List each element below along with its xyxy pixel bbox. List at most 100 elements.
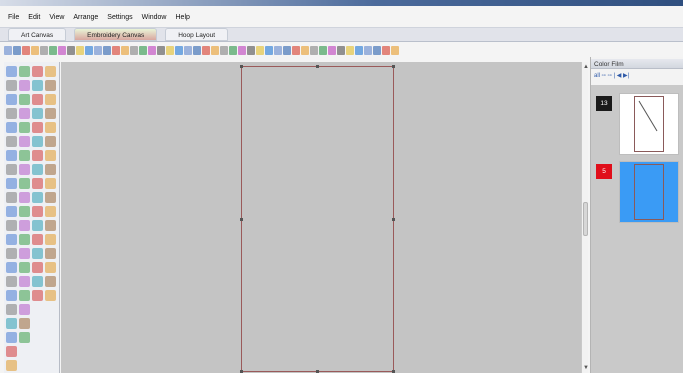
toolbar-tool-icon[interactable] bbox=[202, 46, 210, 55]
palette-tool-icon[interactable] bbox=[6, 220, 17, 231]
palette-tool-icon[interactable] bbox=[32, 178, 43, 189]
toolbar-tool-icon[interactable] bbox=[274, 46, 282, 55]
toolbar-tool-icon[interactable] bbox=[139, 46, 147, 55]
palette-tool-icon[interactable] bbox=[32, 164, 43, 175]
palette-tool-icon[interactable] bbox=[6, 122, 17, 133]
toolbar-tool-icon[interactable] bbox=[58, 46, 66, 55]
palette-tool-icon[interactable] bbox=[19, 66, 30, 77]
palette-tool-icon[interactable] bbox=[6, 178, 17, 189]
toolbar-tool-icon[interactable] bbox=[373, 46, 381, 55]
palette-tool-icon[interactable] bbox=[6, 290, 17, 301]
color-film-toolbar[interactable]: all ▫▫ ▫▫ | ◀ ▶| bbox=[594, 72, 629, 79]
tab-hoop-layout[interactable]: Hoop Layout bbox=[165, 28, 229, 41]
toolbar-tool-icon[interactable] bbox=[76, 46, 84, 55]
palette-tool-icon[interactable] bbox=[19, 318, 30, 329]
palette-tool-icon[interactable] bbox=[45, 94, 56, 105]
palette-tool-icon[interactable] bbox=[6, 318, 17, 329]
palette-tool-icon[interactable] bbox=[19, 276, 30, 287]
palette-tool-icon[interactable] bbox=[6, 332, 17, 343]
palette-tool-icon[interactable] bbox=[6, 304, 17, 315]
palette-tool-icon[interactable] bbox=[45, 262, 56, 273]
palette-tool-icon[interactable] bbox=[45, 122, 56, 133]
palette-tool-icon[interactable] bbox=[19, 304, 30, 315]
palette-tool-icon[interactable] bbox=[19, 192, 30, 203]
palette-tool-icon[interactable] bbox=[45, 192, 56, 203]
toolbar-tool-icon[interactable] bbox=[391, 46, 399, 55]
palette-tool-icon[interactable] bbox=[19, 136, 30, 147]
palette-tool-icon[interactable] bbox=[6, 66, 17, 77]
palette-tool-icon[interactable] bbox=[6, 346, 17, 357]
palette-tool-icon[interactable] bbox=[6, 206, 17, 217]
palette-tool-icon[interactable] bbox=[45, 234, 56, 245]
toolbar-tool-icon[interactable] bbox=[229, 46, 237, 55]
palette-tool-icon[interactable] bbox=[6, 262, 17, 273]
palette-tool-icon[interactable] bbox=[45, 108, 56, 119]
palette-tool-icon[interactable] bbox=[6, 164, 17, 175]
toolbar-tool-icon[interactable] bbox=[319, 46, 327, 55]
menu-file[interactable]: File bbox=[8, 14, 19, 21]
toolbar-tool-icon[interactable] bbox=[310, 46, 318, 55]
palette-tool-icon[interactable] bbox=[32, 122, 43, 133]
toolbar-tool-icon[interactable] bbox=[49, 46, 57, 55]
toolbar-tool-icon[interactable] bbox=[67, 46, 75, 55]
toolbar-tool-icon[interactable] bbox=[247, 46, 255, 55]
palette-tool-icon[interactable] bbox=[32, 276, 43, 287]
palette-tool-icon[interactable] bbox=[6, 276, 17, 287]
palette-tool-icon[interactable] bbox=[32, 66, 43, 77]
palette-tool-icon[interactable] bbox=[32, 80, 43, 91]
palette-tool-icon[interactable] bbox=[6, 150, 17, 161]
resize-handle-right[interactable] bbox=[392, 218, 395, 221]
palette-tool-icon[interactable] bbox=[32, 136, 43, 147]
toolbar-tool-icon[interactable] bbox=[157, 46, 165, 55]
toolbar-tool-icon[interactable] bbox=[40, 46, 48, 55]
scroll-thumb[interactable] bbox=[583, 202, 588, 236]
toolbar-tool-icon[interactable] bbox=[355, 46, 363, 55]
palette-tool-icon[interactable] bbox=[32, 248, 43, 259]
toolbar-tool-icon[interactable] bbox=[22, 46, 30, 55]
color-film-entry[interactable]: 13 bbox=[591, 91, 683, 157]
toolbar-tool-icon[interactable] bbox=[256, 46, 264, 55]
palette-tool-icon[interactable] bbox=[45, 220, 56, 231]
palette-tool-icon[interactable] bbox=[45, 136, 56, 147]
toolbar-tool-icon[interactable] bbox=[112, 46, 120, 55]
resize-handle-tr[interactable] bbox=[392, 65, 395, 68]
palette-tool-icon[interactable] bbox=[6, 234, 17, 245]
palette-tool-icon[interactable] bbox=[32, 108, 43, 119]
palette-tool-icon[interactable] bbox=[19, 108, 30, 119]
toolbar-tool-icon[interactable] bbox=[148, 46, 156, 55]
color-film-entry[interactable]: 5 bbox=[591, 159, 683, 225]
toolbar-tool-icon[interactable] bbox=[4, 46, 12, 55]
palette-tool-icon[interactable] bbox=[19, 290, 30, 301]
toolbar-tool-icon[interactable] bbox=[382, 46, 390, 55]
color-thumbnail[interactable] bbox=[619, 93, 679, 155]
palette-tool-icon[interactable] bbox=[19, 94, 30, 105]
toolbar-tool-icon[interactable] bbox=[292, 46, 300, 55]
color-thumbnail[interactable] bbox=[619, 161, 679, 223]
palette-tool-icon[interactable] bbox=[19, 332, 30, 343]
palette-tool-icon[interactable] bbox=[45, 248, 56, 259]
toolbar-tool-icon[interactable] bbox=[238, 46, 246, 55]
palette-tool-icon[interactable] bbox=[32, 150, 43, 161]
palette-tool-icon[interactable] bbox=[19, 80, 30, 91]
toolbar-tool-icon[interactable] bbox=[13, 46, 21, 55]
palette-tool-icon[interactable] bbox=[32, 290, 43, 301]
canvas-vertical-scrollbar[interactable]: ▲ ▼ bbox=[581, 62, 589, 373]
palette-tool-icon[interactable] bbox=[6, 360, 17, 371]
palette-tool-icon[interactable] bbox=[19, 248, 30, 259]
toolbar-tool-icon[interactable] bbox=[346, 46, 354, 55]
palette-tool-icon[interactable] bbox=[32, 234, 43, 245]
toolbar-tool-icon[interactable] bbox=[364, 46, 372, 55]
palette-tool-icon[interactable] bbox=[45, 66, 56, 77]
palette-tool-icon[interactable] bbox=[32, 206, 43, 217]
menu-edit[interactable]: Edit bbox=[28, 14, 40, 21]
palette-tool-icon[interactable] bbox=[19, 220, 30, 231]
palette-tool-icon[interactable] bbox=[32, 192, 43, 203]
palette-tool-icon[interactable] bbox=[19, 122, 30, 133]
palette-tool-icon[interactable] bbox=[19, 150, 30, 161]
tab-art-canvas[interactable]: Art Canvas bbox=[8, 28, 67, 41]
scroll-up-arrow-icon[interactable]: ▲ bbox=[583, 64, 589, 70]
toolbar-tool-icon[interactable] bbox=[94, 46, 102, 55]
toolbar-tool-icon[interactable] bbox=[328, 46, 336, 55]
scroll-down-arrow-icon[interactable]: ▼ bbox=[583, 365, 589, 371]
palette-tool-icon[interactable] bbox=[45, 178, 56, 189]
